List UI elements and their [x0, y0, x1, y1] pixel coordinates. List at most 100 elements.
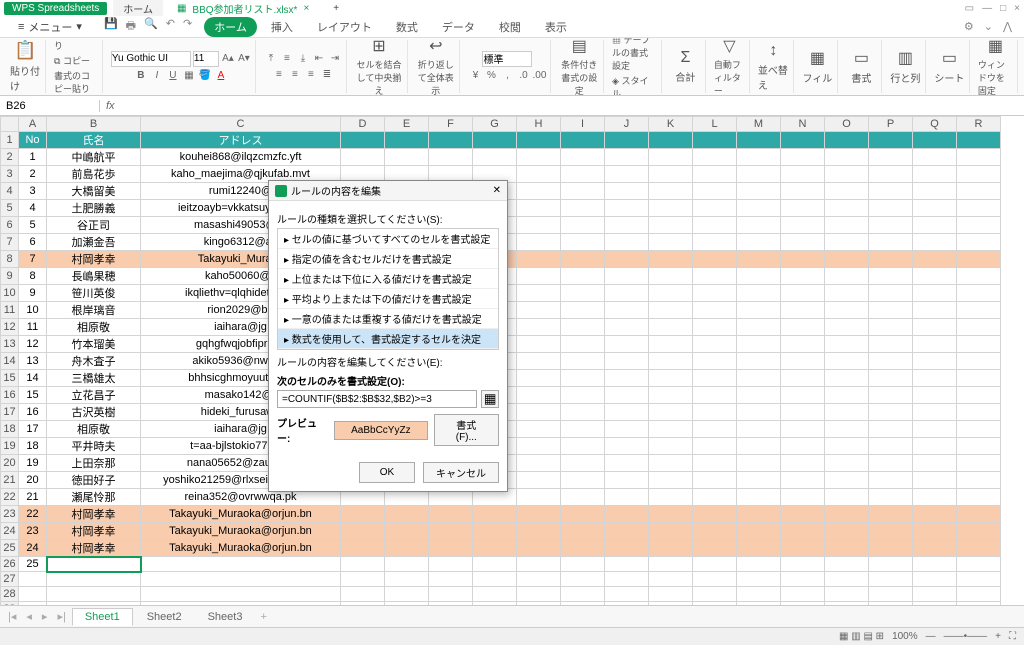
cell-N5[interactable] — [781, 200, 825, 217]
cell-L6[interactable] — [693, 217, 737, 234]
cell-P3[interactable] — [869, 166, 913, 183]
cell-J5[interactable] — [605, 200, 649, 217]
cell-J8[interactable] — [605, 251, 649, 268]
cell-I15[interactable] — [561, 370, 605, 387]
cell-G24[interactable] — [473, 523, 517, 540]
cell-K26[interactable] — [649, 557, 693, 572]
cell-N28[interactable] — [781, 587, 825, 602]
cell-H2[interactable] — [517, 149, 561, 166]
menu-button[interactable]: ≡メニュー▾ — [8, 17, 92, 37]
cell-A27[interactable] — [19, 572, 47, 587]
cell-O17[interactable] — [825, 404, 869, 421]
cell-P11[interactable] — [869, 302, 913, 319]
cell-R26[interactable] — [957, 557, 1001, 572]
copy-button[interactable]: ⧉ コピー — [54, 54, 90, 67]
row-header-27[interactable]: 27 — [1, 572, 19, 587]
align-right-icon[interactable]: ≡ — [304, 68, 318, 82]
cell-A14[interactable]: 13 — [19, 353, 47, 370]
cell-M24[interactable] — [737, 523, 781, 540]
cell-D23[interactable] — [341, 506, 385, 523]
ribbon-tab-layout[interactable]: レイアウト — [307, 17, 382, 37]
cell-M14[interactable] — [737, 353, 781, 370]
save-icon[interactable]: 💾 — [104, 17, 118, 36]
redo-icon[interactable]: ↷ — [183, 17, 192, 36]
col-header-N[interactable]: N — [781, 117, 825, 132]
cell-A4[interactable]: 3 — [19, 183, 47, 200]
cell-B16[interactable]: 立花昌子 — [47, 387, 141, 404]
cell-N29[interactable] — [781, 602, 825, 606]
cell-L2[interactable] — [693, 149, 737, 166]
cell-L8[interactable] — [693, 251, 737, 268]
cell-I9[interactable] — [561, 268, 605, 285]
cell-N4[interactable] — [781, 183, 825, 200]
freeze-group[interactable]: ▦ウィンドウを固定 — [974, 40, 1018, 93]
cell-O24[interactable] — [825, 523, 869, 540]
cell-N23[interactable] — [781, 506, 825, 523]
cell-G1[interactable] — [473, 132, 517, 149]
zoom-in[interactable]: + — [995, 631, 1001, 642]
cell-I4[interactable] — [561, 183, 605, 200]
cell-P23[interactable] — [869, 506, 913, 523]
name-box[interactable]: B26 — [0, 100, 100, 112]
cell-E27[interactable] — [385, 572, 429, 587]
italic-icon[interactable]: I — [150, 69, 164, 83]
col-header-P[interactable]: P — [869, 117, 913, 132]
cell-E26[interactable] — [385, 557, 429, 572]
cell-C25[interactable]: Takayuki_Muraoka@orjun.bn — [141, 540, 341, 557]
cell-A11[interactable]: 10 — [19, 302, 47, 319]
cell-A16[interactable]: 15 — [19, 387, 47, 404]
cell-Q21[interactable] — [913, 472, 957, 489]
cell-L20[interactable] — [693, 455, 737, 472]
cell-R1[interactable] — [957, 132, 1001, 149]
formula-rule-input[interactable] — [277, 390, 477, 408]
cell-R4[interactable] — [957, 183, 1001, 200]
rule-type-list[interactable]: ▸ セルの値に基づいてすべてのセルを書式設定 ▸ 指定の値を含むセルだけを書式設… — [277, 228, 499, 350]
cell-B25[interactable]: 村岡孝幸 — [47, 540, 141, 557]
cell-R18[interactable] — [957, 421, 1001, 438]
cell-N17[interactable] — [781, 404, 825, 421]
cell-H29[interactable] — [517, 602, 561, 606]
cell-F24[interactable] — [429, 523, 473, 540]
cell-Q3[interactable] — [913, 166, 957, 183]
cell-B27[interactable] — [47, 572, 141, 587]
cell-Q19[interactable] — [913, 438, 957, 455]
cell-L18[interactable] — [693, 421, 737, 438]
cell-B8[interactable]: 村岡孝幸 — [47, 251, 141, 268]
cell-K27[interactable] — [649, 572, 693, 587]
cell-B13[interactable]: 竹本瑠美 — [47, 336, 141, 353]
cell-R19[interactable] — [957, 438, 1001, 455]
cell-H16[interactable] — [517, 387, 561, 404]
cell-I14[interactable] — [561, 353, 605, 370]
zoom-slider[interactable]: ——•—— — [944, 631, 988, 642]
row-header-1[interactable]: 1 — [1, 132, 19, 149]
cell-I11[interactable] — [561, 302, 605, 319]
merge-group[interactable]: ⊞ セルを結合して中央揃え — [351, 40, 408, 93]
formula-input[interactable] — [121, 98, 1024, 113]
cell-D29[interactable] — [341, 602, 385, 606]
cell-K6[interactable] — [649, 217, 693, 234]
cell-R9[interactable] — [957, 268, 1001, 285]
cell-I25[interactable] — [561, 540, 605, 557]
cell-I20[interactable] — [561, 455, 605, 472]
cell-G2[interactable] — [473, 149, 517, 166]
row-header-2[interactable]: 2 — [1, 149, 19, 166]
cell-P9[interactable] — [869, 268, 913, 285]
cell-A15[interactable]: 14 — [19, 370, 47, 387]
cell-B28[interactable] — [47, 587, 141, 602]
cell-L10[interactable] — [693, 285, 737, 302]
row-header-8[interactable]: 8 — [1, 251, 19, 268]
cell-I12[interactable] — [561, 319, 605, 336]
cell-R24[interactable] — [957, 523, 1001, 540]
cell-K9[interactable] — [649, 268, 693, 285]
row-header-25[interactable]: 25 — [1, 540, 19, 557]
col-header-C[interactable]: C — [141, 117, 341, 132]
cell-J29[interactable] — [605, 602, 649, 606]
row-header-13[interactable]: 13 — [1, 336, 19, 353]
preview-icon[interactable]: 🔍 — [144, 17, 158, 36]
cell-A17[interactable]: 16 — [19, 404, 47, 421]
cell-L29[interactable] — [693, 602, 737, 606]
cell-R23[interactable] — [957, 506, 1001, 523]
cell-H17[interactable] — [517, 404, 561, 421]
cell-A24[interactable]: 23 — [19, 523, 47, 540]
cell-O10[interactable] — [825, 285, 869, 302]
